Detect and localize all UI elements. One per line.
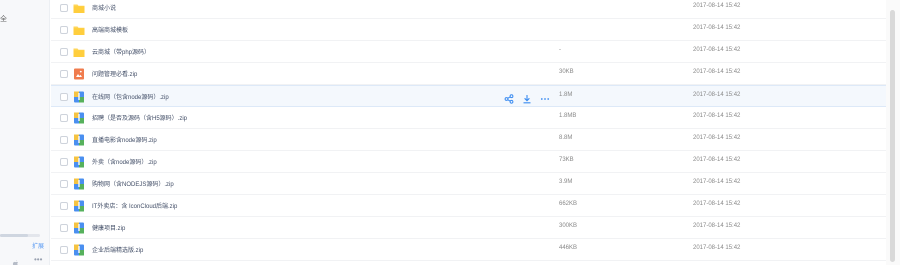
zip-file-icon [73, 155, 85, 168]
file-row[interactable]: 云商城（带php源码） - 2017-08-14 15:42 [51, 41, 886, 63]
row-checkbox[interactable] [60, 48, 68, 56]
file-modified-time: 2017-08-14 15:42 [693, 201, 741, 207]
zip-file-icon [73, 243, 85, 256]
row-checkbox[interactable] [60, 4, 68, 12]
file-modified-time: 2017-08-14 15:42 [693, 25, 741, 31]
row-checkbox[interactable] [60, 202, 68, 210]
row-checkbox[interactable] [60, 246, 68, 254]
file-name[interactable]: 健康项目.zip [92, 223, 125, 232]
image-file-icon [73, 67, 85, 80]
file-name[interactable]: 问题管理必看.zip [92, 69, 137, 78]
zip-file-icon [73, 221, 85, 234]
expand-link[interactable]: 扩展 [32, 241, 44, 250]
file-size: 1.8MB [559, 113, 577, 119]
file-name[interactable]: 招聘（是否及源码（含H5源码）.zip [92, 113, 187, 122]
folder-icon [73, 23, 85, 35]
zip-file-icon [73, 111, 85, 124]
zip-file-icon [73, 177, 85, 190]
file-size: 662KB [559, 201, 578, 207]
file-name[interactable]: 云商城（带php源码） [92, 47, 150, 56]
file-name[interactable]: 直播电影含node源码.zip [92, 135, 157, 144]
more-icon[interactable] [540, 91, 550, 101]
file-modified-time: 2017-08-14 15:42 [693, 3, 741, 9]
file-row[interactable]: 购物网（含NODEJS源码）.zip 3.9M 2017-08-14 15:42 [51, 173, 886, 195]
file-size: 446KB [559, 245, 578, 251]
file-row[interactable]: IT外卖店：含 IconCloud后端.zip 662KB 2017-08-14 1… [51, 195, 886, 217]
file-name[interactable]: 购物网（含NODEJS源码）.zip [92, 179, 174, 188]
file-modified-time: 2017-08-14 15:42 [693, 113, 741, 119]
row-checkbox[interactable] [60, 114, 68, 122]
file-row[interactable]: 高端商城模板 2017-08-14 15:42 [51, 19, 886, 41]
row-checkbox[interactable] [60, 26, 68, 34]
file-modified-time: 2017-08-14 15:42 [693, 69, 741, 75]
zip-file-icon [73, 133, 85, 146]
zip-file-icon [73, 199, 85, 212]
file-row[interactable]: 问题管理必看.zip 30KB 2017-08-14 15:42 [51, 63, 886, 85]
sidebar-more-icon[interactable]: ••• [34, 255, 42, 264]
sidebar-label-fragment: 全 [0, 16, 7, 23]
zip-file-icon [73, 90, 85, 103]
file-row[interactable]: 企业后端精选版.zip 446KB 2017-08-14 15:42 [51, 239, 886, 261]
row-actions [504, 91, 550, 104]
file-list: 商城小说 2017-08-14 15:42 高端商城模板 2017-08-14 15:… [51, 0, 886, 265]
file-row[interactable]: 商城小说 2017-08-14 15:42 [51, 0, 886, 19]
row-checkbox[interactable] [60, 158, 68, 166]
scrollbar-thumb[interactable] [890, 10, 895, 262]
file-modified-time: 2017-08-14 15:42 [693, 135, 741, 141]
file-size: 1.8M [559, 92, 573, 98]
file-modified-time: 2017-08-14 15:42 [693, 47, 741, 53]
file-modified-time: 2017-08-14 15:42 [693, 179, 741, 185]
download-icon[interactable] [522, 91, 532, 104]
apple-icon[interactable] [11, 255, 20, 265]
row-checkbox[interactable] [60, 93, 68, 101]
file-modified-time: 2017-08-14 15:42 [693, 92, 741, 98]
folder-icon [73, 1, 85, 13]
file-row[interactable]: 外卖（含node源码）.zip 73KB 2017-08-14 15:42 [51, 151, 886, 173]
row-checkbox[interactable] [60, 224, 68, 232]
share-icon[interactable] [504, 91, 514, 104]
file-row[interactable]: 在线网（包含node源码）.zip 1.8M 2017-08-14 15:42 [51, 85, 886, 107]
file-name[interactable]: IT外卖店：含 IconCloud后端.zip [92, 201, 177, 210]
file-size: 30KB [559, 69, 574, 75]
storage-quota-bar [0, 234, 40, 237]
row-checkbox[interactable] [60, 70, 68, 78]
file-row[interactable]: 健康项目.zip 300KB 2017-08-14 15:42 [51, 217, 886, 239]
file-name[interactable]: 高端商城模板 [92, 25, 128, 34]
file-name[interactable]: 在线网（包含node源码）.zip [92, 92, 169, 101]
file-size: 300KB [559, 223, 578, 229]
file-row[interactable]: 直播电影含node源码.zip 8.8M 2017-08-14 15:42 [51, 129, 886, 151]
file-modified-time: 2017-08-14 15:42 [693, 223, 741, 229]
file-name[interactable]: 外卖（含node源码）.zip [92, 157, 157, 166]
sidebar: 全 扩展 ••• [0, 0, 50, 265]
file-modified-time: 2017-08-14 15:42 [693, 157, 741, 163]
folder-icon [73, 45, 85, 57]
row-checkbox[interactable] [60, 180, 68, 188]
file-name[interactable]: 商城小说 [92, 3, 116, 12]
file-size: 73KB [559, 157, 574, 163]
file-row[interactable]: 招聘（是否及源码（含H5源码）.zip 1.8MB 2017-08-14 15:42 [51, 107, 886, 129]
file-size: 3.9M [559, 179, 573, 185]
file-modified-time: 2017-08-14 15:42 [693, 245, 741, 251]
row-checkbox[interactable] [60, 136, 68, 144]
file-size: 8.8M [559, 135, 573, 141]
file-size: - [559, 47, 561, 53]
file-name[interactable]: 企业后端精选版.zip [92, 245, 143, 254]
netdisk-window: 全 扩展 ••• 商城小说 2017-08-14 15:42 高端商城模板 2017-… [0, 0, 900, 265]
